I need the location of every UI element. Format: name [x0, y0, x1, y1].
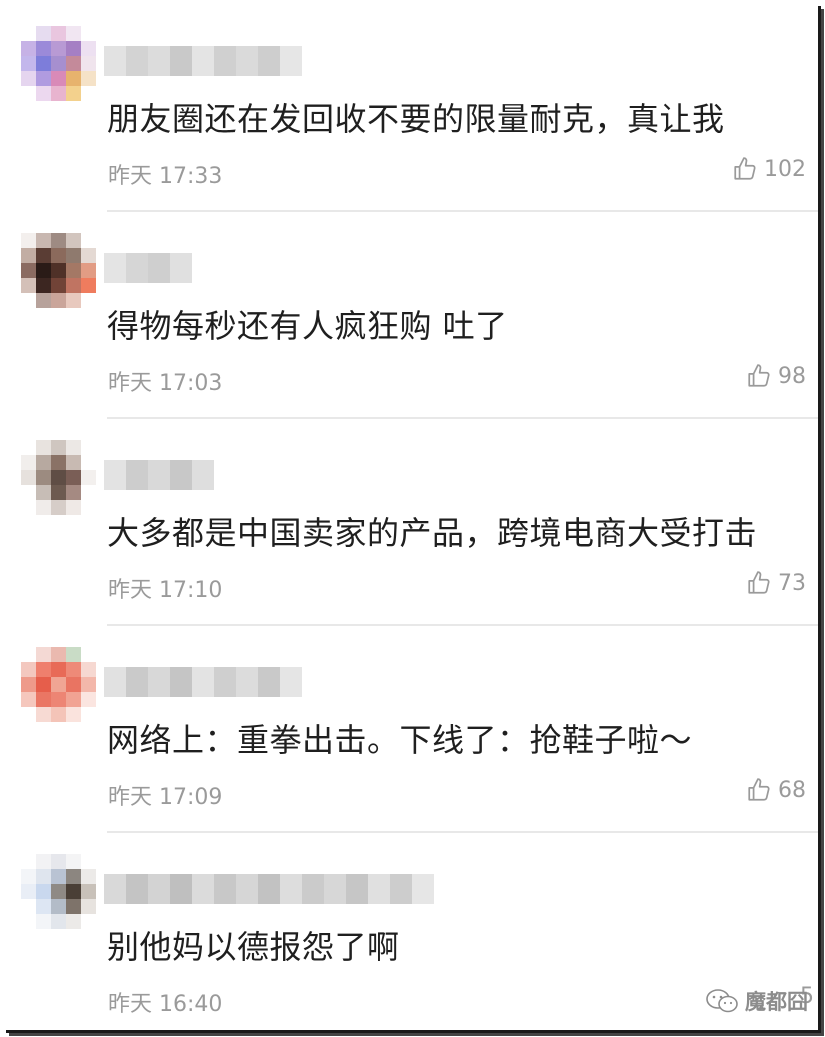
thumbs-up-icon [748, 571, 770, 594]
divider [107, 210, 818, 212]
username-blurred[interactable] [104, 46, 302, 76]
comment-time: 昨天 17:03 [108, 371, 223, 396]
like-button[interactable]: 98 [746, 363, 806, 389]
avatar[interactable] [21, 233, 96, 308]
avatar[interactable] [21, 647, 96, 722]
comment-list: 朋友圈还在发回收不要的限量耐克，真让我 昨天 17:33 102 得物每秒还有人… [6, 6, 821, 1033]
divider [107, 624, 818, 626]
like-button[interactable]: 68 [746, 777, 806, 803]
username-blurred[interactable] [104, 874, 434, 904]
comment-text: 得物每秒还有人疯狂购 吐了 [107, 307, 508, 345]
like-button[interactable]: 102 [732, 156, 806, 182]
divider [107, 831, 818, 833]
like-button[interactable]: 73 [746, 570, 806, 596]
comment-item: 别他妈以德报怨了啊 昨天 16:40 5 [6, 834, 818, 1030]
like-count: 98 [778, 363, 806, 389]
comment-item: 得物每秒还有人疯狂购 吐了 昨天 17:03 98 [6, 213, 818, 419]
comment-item: 朋友圈还在发回收不要的限量耐克，真让我 昨天 17:33 102 [6, 6, 818, 212]
comment-text: 别他妈以德报怨了啊 [107, 928, 400, 966]
like-count: 73 [778, 570, 806, 596]
comment-item: 大多都是中国卖家的产品，跨境电商大受打击 昨天 17:10 73 [6, 420, 818, 626]
username-blurred[interactable] [104, 253, 192, 283]
comment-text: 大多都是中国卖家的产品，跨境电商大受打击 [107, 514, 758, 552]
watermark-label: 魔都囧 [745, 990, 808, 1014]
thumbs-up-icon [748, 778, 770, 801]
avatar[interactable] [21, 26, 96, 101]
username-blurred[interactable] [104, 667, 302, 697]
comment-text: 朋友圈还在发回收不要的限量耐克，真让我 [107, 100, 725, 138]
comment-text: 网络上：重拳出击。下线了：抢鞋子啦～ [107, 721, 693, 759]
like-count: 102 [764, 156, 806, 182]
username-blurred[interactable] [104, 460, 214, 490]
comment-time: 昨天 17:33 [108, 164, 223, 189]
avatar[interactable] [21, 440, 96, 515]
like-count: 68 [778, 777, 806, 803]
comment-time: 昨天 17:09 [108, 785, 223, 810]
wechat-icon [706, 989, 738, 1013]
watermark: 魔都囧 [705, 986, 808, 1016]
comment-time: 昨天 17:10 [108, 578, 223, 603]
thumbs-up-icon [734, 157, 756, 180]
comment-item: 网络上：重拳出击。下线了：抢鞋子啦～ 昨天 17:09 68 [6, 627, 818, 833]
avatar[interactable] [21, 854, 96, 929]
comment-time: 昨天 16:40 [108, 992, 223, 1017]
thumbs-up-icon [748, 364, 770, 387]
divider [107, 417, 818, 419]
